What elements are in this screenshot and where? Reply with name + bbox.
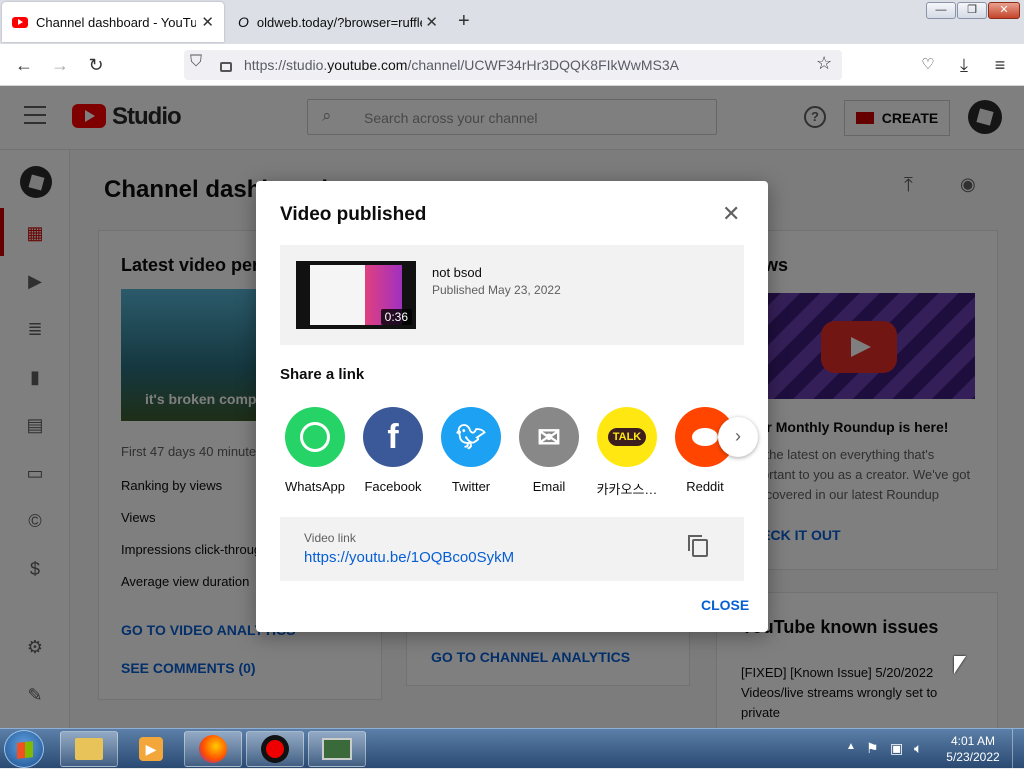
whatsapp-icon [285, 407, 345, 467]
video-title: not bsod [432, 265, 482, 280]
reload-icon[interactable]: ↻ [84, 53, 108, 77]
url-text: https://studio.youtube.com/channel/UCWF3… [244, 57, 679, 73]
close-tab-icon[interactable]: ✕ [425, 13, 438, 31]
copy-icon[interactable] [688, 535, 708, 557]
share-twitter[interactable]: 🐦︎ Twitter [436, 407, 506, 494]
share-label: Twitter [451, 479, 491, 494]
twitter-icon: 🐦︎ [441, 407, 501, 467]
kakao-talk-icon: TALK [597, 407, 657, 467]
share-label: Email [532, 479, 566, 494]
facebook-icon: f [363, 407, 423, 467]
share-label: Facebook [364, 479, 422, 494]
clock-date: 5/23/2022 [946, 750, 1000, 764]
windows-logo-icon [17, 741, 33, 759]
youtube-favicon-icon [12, 16, 28, 28]
browser-nav-bar: ← → ↻ ⛉ https://studio.youtube.com/chann… [0, 44, 1024, 86]
share-facebook[interactable]: f Facebook [358, 407, 428, 494]
url-prefix: https://studio. [244, 57, 328, 73]
url-path: /channel/UCWF34rHr3DQQK8FIkWwMS3A [407, 57, 679, 73]
record-icon [261, 735, 289, 763]
browser-tab-bar: Channel dashboard - YouTube Studio ✕ O o… [0, 0, 1024, 44]
share-email[interactable]: ✉ Email [514, 407, 584, 494]
share-whatsapp[interactable]: WhatsApp [280, 407, 350, 494]
tab-title: Channel dashboard - YouTube Studio [36, 14, 196, 30]
tab-channel-dashboard[interactable]: Channel dashboard - YouTube Studio ✕ [2, 2, 224, 42]
tracking-shield-icon[interactable]: ⛉ [190, 53, 202, 71]
pocket-icon[interactable]: ♡ [916, 53, 940, 77]
firefox-taskbar-button[interactable] [184, 731, 242, 767]
video-published-dialog: Video published ✕ 0:36 not bsod Publishe… [256, 181, 768, 632]
network-icon[interactable]: ▣ [890, 740, 903, 757]
video-link-url[interactable]: https://youtu.be/1OQBco0SykM [304, 549, 514, 566]
menu-icon[interactable]: ≡ [988, 53, 1012, 77]
opera-favicon-icon: O [238, 14, 249, 30]
show-desktop-button[interactable] [1012, 729, 1024, 769]
mouse-cursor-icon [954, 656, 966, 674]
video-info-box: 0:36 not bsod Published May 23, 2022 [280, 245, 744, 345]
share-heading: Share a link [280, 366, 365, 383]
share-label: WhatsApp [285, 479, 345, 494]
close-tab-icon[interactable]: ✕ [201, 13, 214, 31]
clock[interactable]: 4:01 AM 5/23/2022 [942, 733, 1004, 765]
share-kakaostory[interactable]: TALK 카카오스… [592, 407, 662, 498]
email-icon: ✉ [519, 407, 579, 467]
share-scroll-right-icon[interactable]: › [718, 417, 758, 457]
windows-taskbar: ▶ ▲ ⚑ ▣ 🔈︎ 4:01 AM 5/23/2022 [0, 728, 1024, 769]
firefox-icon [199, 735, 227, 763]
lock-icon [220, 62, 232, 72]
show-hidden-icons-icon[interactable]: ▲ [846, 741, 856, 752]
bookmark-star-icon[interactable]: ☆ [816, 53, 832, 74]
downloads-icon[interactable]: ⤓ [952, 53, 976, 77]
close-icon[interactable]: ✕ [722, 201, 740, 227]
share-label: 카카오스… [596, 482, 658, 497]
recorder-taskbar-button[interactable] [246, 731, 304, 767]
volume-icon[interactable]: 🔈︎ [914, 740, 922, 757]
media-player-taskbar-button[interactable]: ▶ [122, 731, 180, 767]
action-center-icon[interactable]: ⚑ [866, 740, 879, 757]
clock-time: 4:01 AM [950, 734, 996, 748]
back-icon[interactable]: ← [12, 53, 36, 77]
tab-title: oldweb.today/?browser=ruffle# [256, 14, 422, 30]
close-window-icon[interactable]: ✕ [988, 2, 1020, 19]
video-thumbnail[interactable]: 0:36 [296, 261, 416, 329]
new-tab-icon[interactable]: + [458, 10, 470, 33]
duration-badge: 0:36 [380, 309, 412, 325]
url-bar[interactable]: ⛉ https://studio.youtube.com/channel/UCW… [184, 50, 842, 80]
maximize-window-icon[interactable]: ❐ [957, 2, 987, 19]
explorer-taskbar-button[interactable] [60, 731, 118, 767]
minimize-window-icon[interactable]: — [926, 2, 956, 19]
app-taskbar-button[interactable] [308, 731, 366, 767]
folder-icon [75, 738, 103, 760]
monitor-icon [322, 738, 352, 760]
published-date: Published May 23, 2022 [432, 283, 561, 297]
video-link-label: Video link [304, 531, 356, 545]
start-button[interactable] [4, 730, 44, 768]
forward-icon[interactable]: → [48, 53, 72, 77]
video-link-box: Video link https://youtu.be/1OQBco0SykM [280, 517, 744, 581]
close-button[interactable]: CLOSE [701, 597, 749, 613]
tab-oldweb[interactable]: O oldweb.today/?browser=ruffle# ✕ [228, 2, 448, 42]
url-domain: youtube.com [327, 57, 408, 73]
share-label: Reddit [686, 479, 724, 494]
media-player-icon: ▶ [139, 737, 163, 761]
dialog-title: Video published [280, 204, 427, 225]
